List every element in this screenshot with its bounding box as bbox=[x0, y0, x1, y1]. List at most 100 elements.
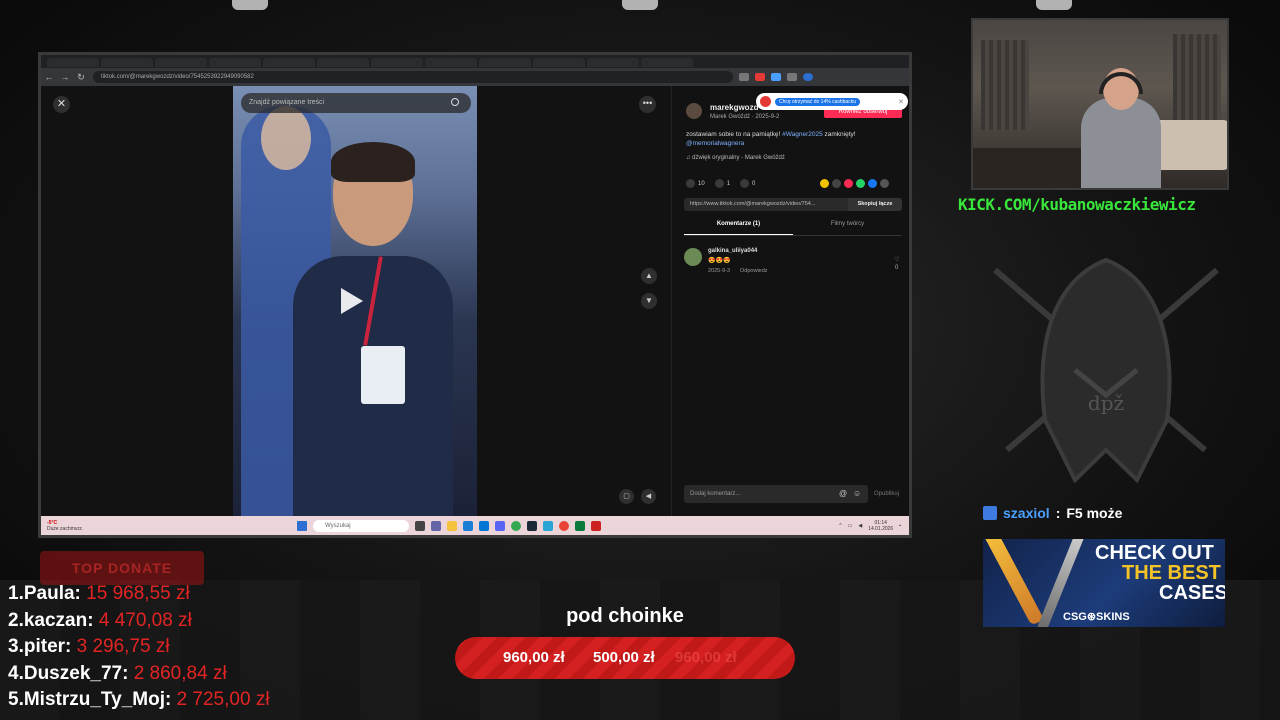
bookmark-icon bbox=[740, 179, 750, 188]
extension-icon[interactable] bbox=[739, 73, 749, 81]
browser-tab[interactable] bbox=[263, 58, 315, 67]
chat-message: szaxiol : F5 może bbox=[983, 505, 1122, 521]
streamer bbox=[1081, 68, 1161, 188]
comment-like-button[interactable]: ♡ 0 bbox=[894, 256, 899, 272]
commenter-avatar[interactable] bbox=[684, 248, 702, 266]
browser-tab[interactable] bbox=[317, 58, 369, 67]
teams-icon[interactable] bbox=[431, 520, 441, 531]
donor-row: 3.piter: 3 296,75 zł bbox=[8, 636, 170, 657]
extension-icon[interactable] bbox=[755, 73, 765, 81]
video-link-field[interactable]: https://www.tiktok.com/@marekgwozdz/vide… bbox=[684, 198, 902, 211]
network-icon[interactable]: ▭ bbox=[848, 523, 853, 529]
ceiling-light bbox=[622, 0, 658, 10]
volume-icon[interactable]: ◀ bbox=[641, 489, 656, 504]
tray-chevron-icon[interactable]: ^ bbox=[839, 523, 841, 529]
discord-icon[interactable] bbox=[495, 520, 505, 531]
extension-icon[interactable] bbox=[771, 73, 781, 81]
save-button[interactable]: 0 bbox=[740, 179, 755, 188]
url-input[interactable]: tiktok.com/@marekgwozdz/video/7545253922… bbox=[93, 71, 733, 83]
chevron-up-icon[interactable]: ▲ bbox=[641, 268, 657, 284]
comment-meta: 2025-9-3 Odpowiedz bbox=[708, 268, 768, 274]
video-subject bbox=[293, 142, 453, 516]
donation-goal-title: pod choinke bbox=[566, 605, 684, 627]
ceiling-light bbox=[232, 0, 268, 10]
facebook-icon[interactable] bbox=[868, 179, 877, 188]
embed-icon[interactable] bbox=[832, 179, 841, 188]
avatar[interactable] bbox=[686, 103, 702, 119]
forward-icon[interactable]: → bbox=[57, 72, 73, 82]
cashback-popup: Chcę otrzymać do 14% cashbacku ✕ bbox=[756, 93, 908, 110]
outlook-icon[interactable] bbox=[479, 520, 489, 531]
browser-tab[interactable] bbox=[371, 58, 423, 67]
browser-tab[interactable] bbox=[47, 58, 99, 67]
share-icon[interactable] bbox=[820, 179, 829, 188]
pip-icon[interactable]: ▢ bbox=[619, 489, 634, 504]
close-icon[interactable]: ✕ bbox=[53, 96, 70, 113]
mention-link[interactable]: @memorialwagnera bbox=[686, 140, 744, 147]
steam-icon[interactable] bbox=[527, 520, 537, 531]
tab-comments[interactable]: Komentarze (1) bbox=[684, 221, 793, 235]
weather-desc: Duże zachmurz. bbox=[47, 525, 84, 532]
cashback-button[interactable]: Chcę otrzymać do 14% cashbacku bbox=[775, 97, 860, 106]
csgoskins-ad[interactable]: CHECK OUT THE BEST CASES CSG⊛SKINS bbox=[983, 539, 1225, 627]
comment-button[interactable]: 1 bbox=[714, 179, 730, 188]
search-input[interactable]: Znajdź powiązane treści bbox=[241, 93, 471, 113]
top-donate-header: TOP DONATE bbox=[40, 551, 204, 585]
chrome-icon[interactable] bbox=[511, 520, 521, 531]
play-icon[interactable] bbox=[341, 288, 363, 314]
hashtag-link[interactable]: #Wagner2025 bbox=[782, 131, 823, 138]
ad-brand-logo: CSG⊛SKINS bbox=[1063, 611, 1130, 623]
reload-icon[interactable]: ↻ bbox=[73, 72, 89, 83]
search-icon[interactable] bbox=[451, 98, 459, 106]
mention-icon[interactable]: @ bbox=[839, 489, 847, 498]
top-donors-list: 1.Paula: 15 968,55 zł 2.kaczan: 4 470,08… bbox=[8, 583, 270, 716]
task-view-icon[interactable] bbox=[415, 520, 425, 531]
like-button[interactable]: 10 bbox=[686, 179, 705, 188]
sound-link[interactable]: ♫ dźwięk oryginalny - Marek Gwóźdź bbox=[686, 155, 785, 161]
ad-headline: CASES bbox=[1159, 582, 1225, 604]
copy-link-button[interactable]: Skopiuj łącze bbox=[848, 198, 902, 211]
knife-graphic bbox=[983, 539, 1045, 626]
file-explorer-icon[interactable] bbox=[447, 520, 457, 531]
profile-icon[interactable] bbox=[803, 73, 813, 81]
edge-icon[interactable] bbox=[463, 520, 473, 531]
more-options-icon[interactable]: ••• bbox=[639, 96, 656, 113]
reply-link[interactable]: Odpowiedz bbox=[740, 268, 768, 274]
tab-creator-videos[interactable]: Filmy twórcy bbox=[793, 221, 902, 235]
chrome-icon[interactable] bbox=[559, 520, 569, 531]
share-icon[interactable] bbox=[844, 179, 853, 188]
cashback-icon bbox=[760, 96, 771, 107]
app-icon[interactable] bbox=[591, 520, 601, 531]
extension-icon[interactable] bbox=[787, 73, 797, 81]
share-arrow-icon[interactable] bbox=[880, 179, 889, 188]
whatsapp-icon[interactable] bbox=[856, 179, 865, 188]
browser-tab[interactable] bbox=[479, 58, 531, 67]
volume-icon[interactable]: ◀ bbox=[858, 523, 862, 529]
browser-tab[interactable] bbox=[209, 58, 261, 67]
back-icon[interactable]: ← bbox=[41, 72, 57, 82]
commenter-username[interactable]: galkina_uliiya044 bbox=[708, 248, 757, 254]
browser-tab[interactable] bbox=[641, 58, 693, 67]
browser-tab[interactable] bbox=[101, 58, 153, 67]
video-link: https://www.tiktok.com/@marekgwozdz/vide… bbox=[690, 201, 816, 207]
browser-tab[interactable] bbox=[533, 58, 585, 67]
close-icon[interactable]: ✕ bbox=[898, 98, 904, 106]
app-icon[interactable] bbox=[575, 520, 585, 531]
windows-start-icon[interactable] bbox=[297, 520, 307, 531]
publish-button[interactable]: Opublikuj bbox=[874, 491, 899, 497]
taskbar-clock[interactable]: 01:14 14.01.2026 bbox=[868, 520, 893, 532]
author-username[interactable]: marekgwozd bbox=[710, 103, 758, 112]
weather-widget[interactable]: -5°C Duże zachmurz. bbox=[47, 520, 107, 532]
video-player[interactable] bbox=[233, 86, 477, 516]
taskbar-search-input[interactable]: Wyszukaj bbox=[313, 519, 409, 532]
kick-channel-url: KICK.COM/kubanowaczkiewicz bbox=[958, 195, 1196, 214]
emoji-icon[interactable]: ☺ bbox=[853, 489, 861, 498]
captured-desktop: ← → ↻ tiktok.com/@marekgwozdz/video/7545… bbox=[38, 52, 912, 538]
browser-tab[interactable] bbox=[155, 58, 207, 67]
chevron-down-icon[interactable]: ▼ bbox=[641, 293, 657, 309]
browser-tab[interactable] bbox=[425, 58, 477, 67]
app-icon[interactable] bbox=[543, 520, 553, 531]
author-meta: Marek Gwóźdź · 2025-9-2 bbox=[710, 114, 780, 120]
browser-tab[interactable] bbox=[587, 58, 639, 67]
notifications-icon[interactable]: ▪ bbox=[899, 523, 901, 529]
